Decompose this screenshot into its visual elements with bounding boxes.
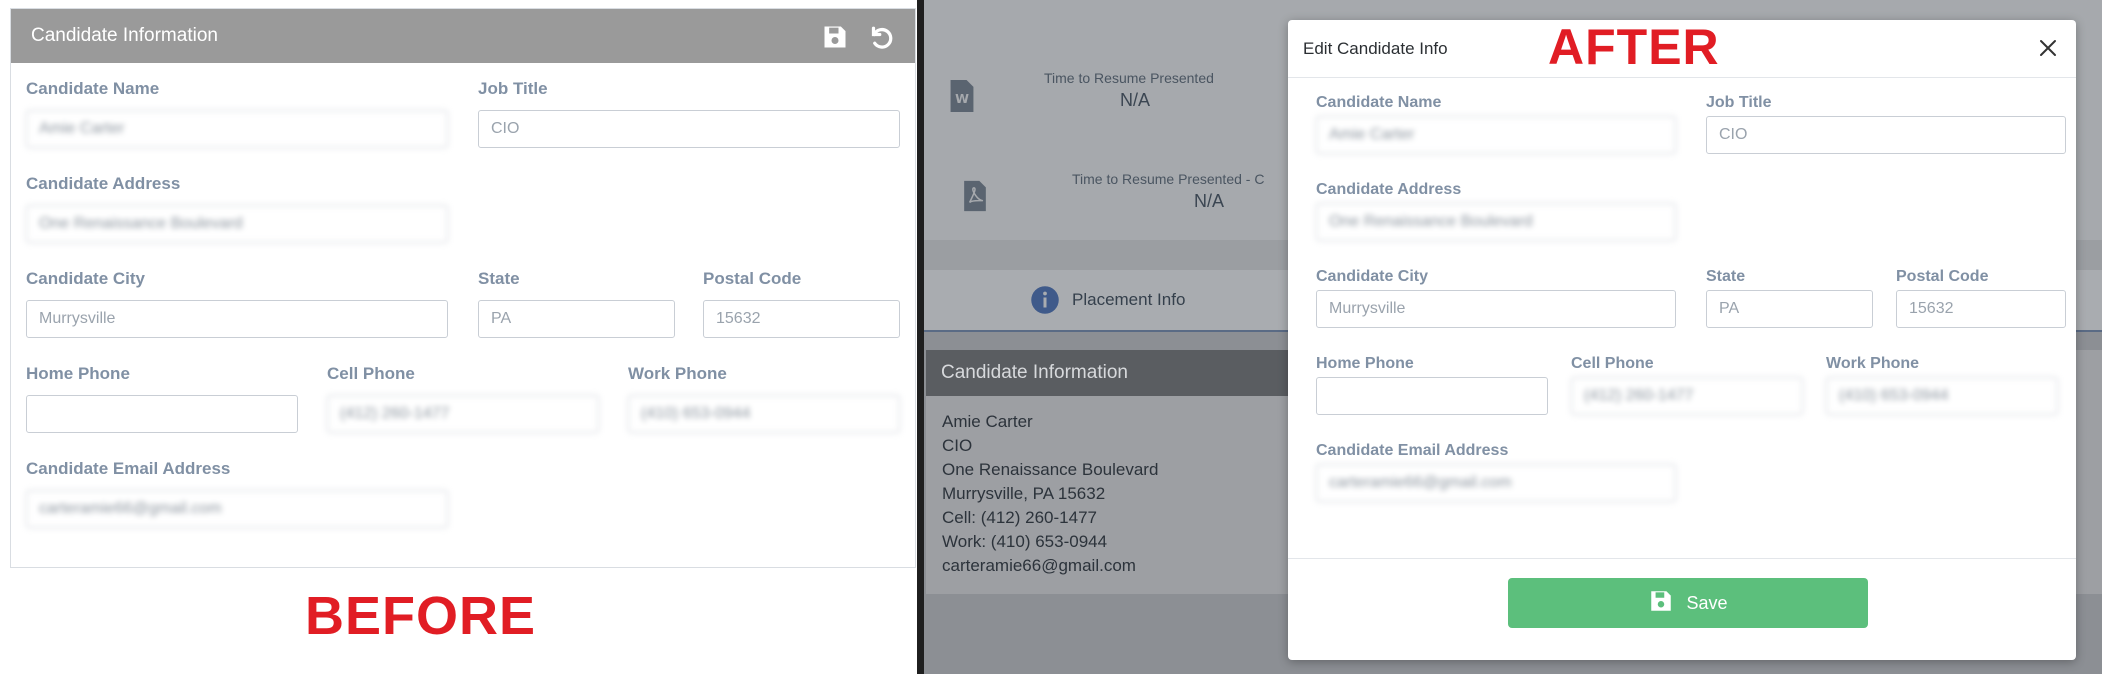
modal-cell-phone-label: Cell Phone: [1571, 355, 1654, 372]
state-label: State: [478, 269, 520, 288]
card-header: Candidate Information: [11, 9, 915, 63]
postal-code-input[interactable]: 15632: [703, 300, 900, 338]
modal-postal-code-input[interactable]: 15632: [1896, 290, 2066, 328]
modal-cell-phone-input[interactable]: (412) 260-1477: [1571, 377, 1803, 415]
after-panel: W Time to Resume Presented N/A Time to R…: [924, 0, 2102, 674]
bg-line-work: Work: (410) 653-0944: [942, 532, 1108, 551]
word-doc-icon: W: [948, 80, 976, 117]
modal-home-phone-input[interactable]: [1316, 377, 1548, 415]
candidate-city-label: Candidate City: [26, 269, 146, 288]
modal-email-label: Candidate Email Address: [1316, 442, 1509, 459]
candidate-info-card: Candidate Information Candidate Name Ami…: [10, 8, 916, 568]
candidate-name-label: Candidate Name: [26, 79, 160, 98]
metric2-label: Time to Resume Presented - C: [1072, 171, 1265, 187]
job-title-label: Job Title: [478, 79, 548, 98]
modal-title: Edit Candidate Info: [1303, 38, 1448, 58]
email-input[interactable]: carteramie66@gmail.com: [26, 490, 448, 528]
bg-line-title: CIO: [942, 436, 973, 455]
work-phone-input[interactable]: (410) 653-0944: [628, 395, 900, 433]
panel-divider: [917, 0, 924, 674]
modal-postal-code-label: Postal Code: [1896, 268, 1989, 285]
modal-candidate-address-label: Candidate Address: [1316, 181, 1462, 198]
email-label: Candidate Email Address: [26, 459, 231, 478]
state-input[interactable]: PA: [478, 300, 675, 338]
modal-home-phone-label: Home Phone: [1316, 355, 1414, 372]
candidate-address-label: Candidate Address: [26, 174, 181, 193]
placement-info-tab[interactable]: Placement Info: [1072, 290, 1185, 310]
modal-work-phone-label: Work Phone: [1826, 355, 1920, 372]
undo-icon[interactable]: [865, 21, 897, 53]
modal-job-title-input[interactable]: CIO: [1706, 116, 2066, 154]
card-title: Candidate Information: [31, 25, 218, 46]
modal-state-input[interactable]: PA: [1706, 290, 1873, 328]
bg-line-city: Murrysville, PA 15632: [942, 484, 1106, 503]
before-annotation: BEFORE: [305, 586, 537, 646]
card-tools: [819, 21, 897, 53]
before-panel: Candidate Information Candidate Name Ami…: [0, 0, 917, 674]
modal-email-input[interactable]: carteramie66@gmail.com: [1316, 464, 1676, 502]
close-icon[interactable]: [2034, 34, 2062, 62]
work-phone-label: Work Phone: [628, 364, 727, 383]
candidate-address-input[interactable]: One Renaissance Boulevard: [26, 205, 448, 243]
bg-line-address: One Renaissance Boulevard: [942, 460, 1159, 479]
pdf-icon: [962, 180, 988, 217]
info-icon: [1030, 285, 1060, 320]
metric1-value: N/A: [1120, 90, 1151, 110]
edit-candidate-modal: Edit Candidate Info Candidate Name Amie …: [1288, 20, 2076, 660]
after-annotation: AFTER: [1548, 19, 1720, 75]
candidate-name-input[interactable]: Amie Carter: [26, 110, 448, 148]
modal-candidate-city-input[interactable]: Murrysville: [1316, 290, 1676, 328]
modal-candidate-name-label: Candidate Name: [1316, 94, 1442, 111]
bg-line-email: carteramie66@gmail.com: [942, 556, 1136, 575]
modal-work-phone-input[interactable]: (410) 653-0944: [1826, 377, 2058, 415]
background-card-title: Candidate Information: [926, 350, 1326, 396]
home-phone-label: Home Phone: [26, 364, 130, 383]
job-title-input[interactable]: CIO: [478, 110, 900, 148]
modal-state-label: State: [1706, 268, 1746, 285]
save-icon[interactable]: [819, 21, 851, 53]
bg-line-name: Amie Carter: [942, 412, 1033, 431]
modal-job-title-label: Job Title: [1706, 94, 1772, 111]
save-button[interactable]: Save: [1508, 578, 1868, 628]
home-phone-input[interactable]: [26, 395, 298, 433]
modal-candidate-name-input[interactable]: Amie Carter: [1316, 116, 1676, 154]
svg-text:W: W: [955, 91, 969, 106]
metric2-value: N/A: [1194, 191, 1225, 211]
cell-phone-label: Cell Phone: [327, 364, 415, 383]
modal-candidate-address-input[interactable]: One Renaissance Boulevard: [1316, 203, 1676, 241]
modal-footer: Save: [1288, 558, 2076, 660]
modal-candidate-city-label: Candidate City: [1316, 268, 1429, 285]
save-button-label: Save: [1686, 592, 1728, 613]
bg-line-cell: Cell: (412) 260-1477: [942, 508, 1097, 527]
save-icon: [1648, 588, 1674, 619]
cell-phone-input[interactable]: (412) 260-1477: [327, 395, 599, 433]
metric1-label: Time to Resume Presented: [1044, 70, 1214, 86]
candidate-city-input[interactable]: Murrysville: [26, 300, 448, 338]
postal-code-label: Postal Code: [703, 269, 802, 288]
